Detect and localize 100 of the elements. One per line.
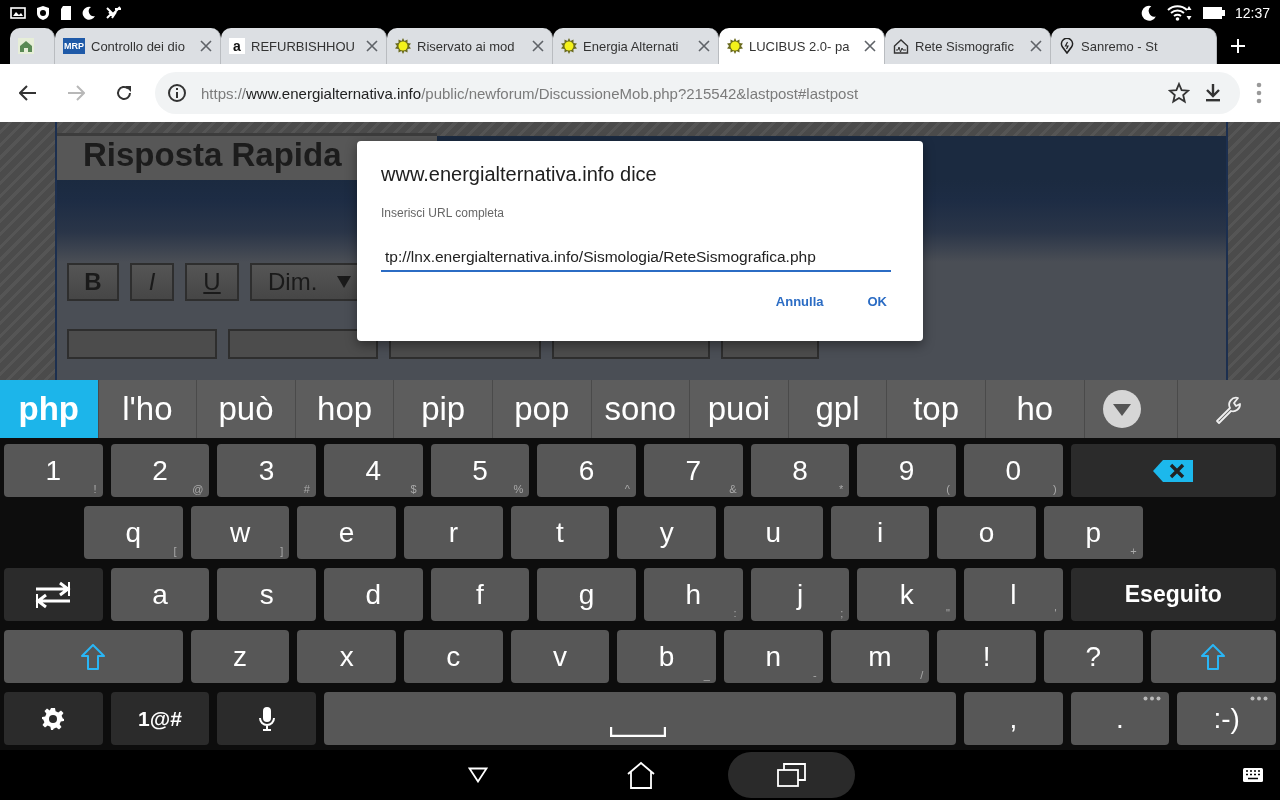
close-icon[interactable] xyxy=(366,40,378,52)
moon-icon xyxy=(82,6,96,20)
key[interactable]: k " xyxy=(857,568,956,621)
page-button[interactable] xyxy=(228,329,378,359)
key[interactable]: g xyxy=(537,568,636,621)
close-icon[interactable] xyxy=(864,40,876,52)
key[interactable]: t xyxy=(510,506,610,559)
key[interactable]: o xyxy=(937,506,1036,559)
key[interactable]: , xyxy=(964,692,1063,745)
language-switch-key[interactable] xyxy=(4,568,103,621)
suggestion-item[interactable]: hop xyxy=(295,380,395,438)
key[interactable]: q [ xyxy=(84,506,183,559)
back-arrow-icon[interactable] xyxy=(19,85,37,101)
key[interactable]: 9 ( xyxy=(857,444,956,497)
browser-tab[interactable]: a REFURBISHHOU xyxy=(221,28,387,64)
reload-icon[interactable] xyxy=(115,84,133,102)
key[interactable]: u xyxy=(724,506,823,559)
suggestion-item[interactable]: top xyxy=(887,380,986,438)
backspace-icon xyxy=(1153,459,1194,482)
new-tab-icon[interactable] xyxy=(1230,38,1246,54)
address-bar[interactable]: https://www.energialternativa.info/public/newforum/DiscussioneMob.php?215542&lastpost#lastpost xyxy=(155,72,1240,114)
key[interactable]: 2 @ xyxy=(110,444,210,497)
home-icon[interactable] xyxy=(626,761,656,789)
symbols-key[interactable]: 1@# xyxy=(110,692,210,745)
key[interactable]: :-) xyxy=(1177,692,1276,745)
shift-key[interactable] xyxy=(1150,630,1276,683)
suggestion-item[interactable]: ho xyxy=(985,380,1085,438)
recent-apps-icon xyxy=(776,763,807,787)
tab-title: Controllo dei dio xyxy=(91,38,186,54)
tab-title: REFURBISHHOU xyxy=(251,38,356,54)
browser-tab[interactable]: LUCIBUS 2.0- pa xyxy=(719,28,885,64)
browser-tab[interactable]: Energia Alternati xyxy=(553,28,719,64)
key[interactable]: 7 & xyxy=(644,444,743,497)
key[interactable]: 8 * xyxy=(750,444,850,497)
key[interactable]: 5 % xyxy=(430,444,530,497)
key[interactable]: p + xyxy=(1044,506,1143,559)
key[interactable]: a xyxy=(110,568,210,621)
url-input-field[interactable]: tp://lnx.energialternativa.info/Sismologia/ReteSismografica.php xyxy=(381,246,891,272)
recent-apps-button[interactable] xyxy=(728,752,855,798)
key[interactable]: b _ xyxy=(617,630,716,683)
key[interactable]: d xyxy=(324,568,423,621)
settings-key[interactable] xyxy=(4,692,103,745)
image-icon xyxy=(10,7,26,19)
keyboard-icon[interactable] xyxy=(1243,768,1263,782)
key[interactable]: j ; xyxy=(750,568,850,621)
voice-input-key[interactable] xyxy=(217,692,316,745)
key[interactable]: h : xyxy=(644,568,743,621)
key[interactable]: e xyxy=(297,506,396,559)
close-icon[interactable] xyxy=(200,40,212,52)
backspace-key[interactable] xyxy=(1070,444,1276,497)
close-icon[interactable] xyxy=(1030,40,1042,52)
key[interactable]: s xyxy=(217,568,316,621)
key[interactable]: x xyxy=(297,630,396,683)
key[interactable]: i xyxy=(830,506,930,559)
key[interactable]: 6 ^ xyxy=(537,444,636,497)
suggestion-item[interactable]: pop xyxy=(492,380,592,438)
suggestion-item[interactable]: puoi xyxy=(690,380,789,438)
star-icon[interactable] xyxy=(1168,82,1190,104)
key[interactable]: ? xyxy=(1044,630,1143,683)
dialog-button[interactable]: Annulla xyxy=(765,286,834,317)
url-text: https://www.energialternativa.info/public/newforum/DiscussioneMob.php?215542&lastpost#lastpost xyxy=(201,84,859,102)
browser-tab[interactable]: Riservato ai mod xyxy=(387,28,553,64)
caret-icon xyxy=(337,276,352,288)
shift-arrow-icon xyxy=(1201,643,1226,670)
suggestion-item[interactable]: può xyxy=(197,380,296,438)
key[interactable]: 0 ) xyxy=(964,444,1063,497)
key[interactable]: 1 ! xyxy=(4,444,103,497)
house-icon xyxy=(18,38,34,54)
suggestion-item[interactable]: sono xyxy=(591,380,691,438)
key[interactable]: z xyxy=(190,630,290,683)
dialog-button[interactable]: OK xyxy=(857,286,897,317)
info-icon[interactable] xyxy=(167,83,187,103)
browser-tab[interactable] xyxy=(10,28,55,64)
key[interactable]: l ' xyxy=(964,568,1063,621)
collapse-icon[interactable] xyxy=(1103,390,1141,428)
close-icon[interactable] xyxy=(532,40,544,52)
key[interactable]: m / xyxy=(830,630,930,683)
download-icon[interactable] xyxy=(1204,83,1222,103)
key[interactable]: n - xyxy=(724,630,823,683)
key[interactable]: y xyxy=(617,506,716,559)
back-icon[interactable] xyxy=(468,767,488,783)
key[interactable]: 4 $ xyxy=(324,444,423,497)
browser-tab[interactable]: MRP Controllo dei dio xyxy=(55,28,221,64)
key[interactable]: r xyxy=(404,506,503,559)
key[interactable]: f xyxy=(430,568,530,621)
key[interactable]: c xyxy=(404,630,503,683)
browser-tab[interactable]: Sanremo - St xyxy=(1051,28,1217,64)
key[interactable]: . xyxy=(1070,692,1170,745)
menu-icon[interactable] xyxy=(1256,82,1262,104)
suggestion-item[interactable]: pip xyxy=(394,380,493,438)
close-icon[interactable] xyxy=(698,40,710,52)
key[interactable]: w ] xyxy=(190,506,290,559)
suggestion-item[interactable]: gpl xyxy=(788,380,888,438)
browser-tab[interactable]: Rete Sismografic xyxy=(885,28,1051,64)
done-key[interactable]: Eseguito xyxy=(1070,568,1276,621)
key[interactable]: ! xyxy=(937,630,1036,683)
key[interactable]: 3 # xyxy=(217,444,316,497)
suggestion-item[interactable]: l'ho xyxy=(98,380,198,438)
house-icon xyxy=(893,38,909,54)
key[interactable]: v xyxy=(510,630,610,683)
